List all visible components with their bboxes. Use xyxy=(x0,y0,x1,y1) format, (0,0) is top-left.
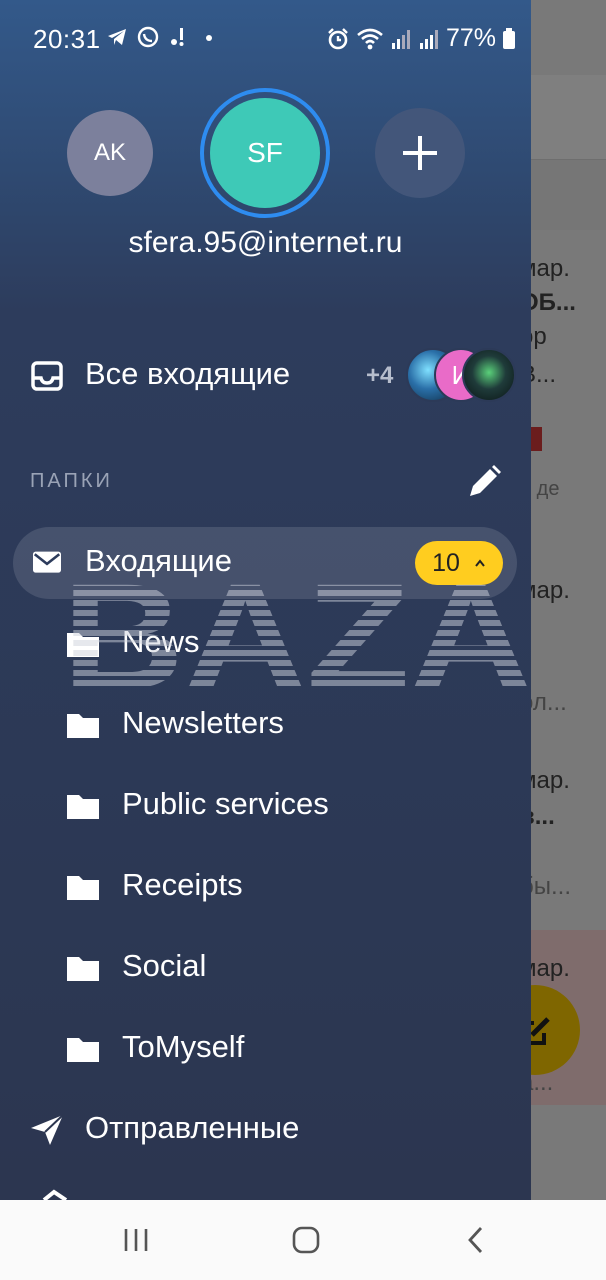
account-avatars-stack: И xyxy=(406,348,516,404)
app-notification-icon xyxy=(171,28,184,46)
account-avatar-sf[interactable]: SF xyxy=(210,98,320,208)
folder-public-services[interactable]: Public services xyxy=(0,770,531,842)
send-icon xyxy=(31,1114,64,1145)
add-account-button[interactable] xyxy=(375,108,465,198)
folder-label: ToMyself xyxy=(122,1029,245,1064)
folder-label: Social xyxy=(122,948,207,983)
all-inbox-label: Все входящие xyxy=(85,356,291,391)
folder-icon xyxy=(67,957,99,981)
chevron-up-icon xyxy=(475,559,485,567)
home-icon xyxy=(292,1226,320,1254)
edit-pencil-icon[interactable] xyxy=(466,464,502,500)
recent-apps-icon xyxy=(124,1229,148,1251)
folder-label: Newsletters xyxy=(122,705,284,740)
more-accounts-count: +4 xyxy=(366,362,394,389)
telegram-icon xyxy=(108,29,126,45)
viber-icon xyxy=(137,26,159,48)
notification-icons xyxy=(106,26,220,50)
account-initials: SF xyxy=(247,137,283,168)
folder-icon xyxy=(67,714,99,738)
alarm-icon xyxy=(328,27,348,49)
home-button[interactable] xyxy=(284,1220,328,1260)
folder-icon xyxy=(67,876,99,900)
plus-icon xyxy=(403,136,437,170)
folder-receipts[interactable]: Receipts xyxy=(0,851,531,923)
folder-label: News xyxy=(122,624,200,659)
inbox-tray-icon xyxy=(31,361,63,391)
status-bar: 20:31 77% xyxy=(0,0,531,75)
folder-newsletters[interactable]: Newsletters xyxy=(0,689,531,761)
navigation-drawer: 20:31 77% AK SF sfera.95@internet.ru Все… xyxy=(0,0,531,1200)
folder-icon xyxy=(67,795,99,819)
folder-icon xyxy=(67,1038,99,1062)
envelope-icon xyxy=(33,551,61,573)
unread-count-badge[interactable]: 10 xyxy=(415,541,503,585)
folder-news[interactable]: News xyxy=(0,608,531,680)
next-folder-icon[interactable] xyxy=(40,1188,70,1200)
account-initials: AK xyxy=(93,139,126,166)
wifi-icon xyxy=(357,28,383,49)
folder-inbox[interactable]: Входящие 10 xyxy=(0,527,531,599)
system-icons: 77% xyxy=(326,24,516,53)
folder-sent[interactable]: Отправленные xyxy=(0,1094,531,1166)
folder-label: Public services xyxy=(122,786,329,821)
system-navigation-bar xyxy=(0,1200,606,1280)
back-button[interactable] xyxy=(454,1220,498,1260)
signal-1-icon xyxy=(392,29,410,49)
status-time: 20:31 xyxy=(33,24,101,54)
folders-header: ПАПКИ xyxy=(30,470,113,492)
folder-tomyself[interactable]: ToMyself xyxy=(0,1013,531,1085)
battery-percent: 77% xyxy=(446,24,497,52)
avatar xyxy=(462,348,516,402)
all-inbox-item[interactable]: Все входящие +4 И xyxy=(0,340,531,412)
more-dot-icon xyxy=(206,35,212,41)
folder-social[interactable]: Social xyxy=(0,932,531,1004)
unread-count: 10 xyxy=(432,548,460,577)
back-chevron-icon xyxy=(468,1227,483,1253)
signal-2-icon xyxy=(420,29,438,49)
inbox-label: Входящие xyxy=(85,543,232,578)
folder-label: Receipts xyxy=(122,867,243,902)
recent-apps-button[interactable] xyxy=(114,1220,158,1260)
next-folder-label-partial[interactable] xyxy=(85,1186,125,1200)
battery-icon xyxy=(503,27,516,49)
account-avatar-ak[interactable]: AK xyxy=(67,110,153,196)
sent-label: Отправленные xyxy=(85,1110,300,1145)
folder-icon xyxy=(67,633,99,657)
account-email: sfera.95@internet.ru xyxy=(128,226,403,259)
